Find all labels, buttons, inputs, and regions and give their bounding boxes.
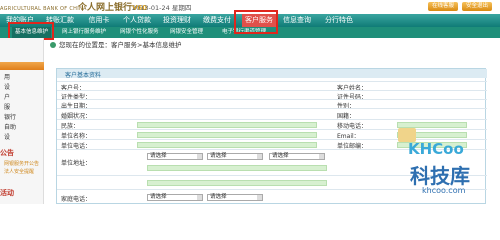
chevron-down-icon	[257, 195, 262, 200]
form-row: 客户号： 客户姓名：	[57, 81, 487, 92]
watermark-cn-text: 科技库	[410, 164, 470, 188]
company-phone-input[interactable]	[137, 142, 317, 148]
current-date: 2013-01-24 星期四	[132, 4, 192, 12]
label-home-phone: 家庭电话：	[61, 196, 92, 203]
province-select[interactable]: 请选择	[147, 153, 203, 160]
company-name-input[interactable]	[137, 132, 317, 138]
tab-personal-loan[interactable]: 个人贷款	[120, 14, 154, 27]
subtab-personalization[interactable]: 网银个性化服务	[120, 27, 159, 38]
sidebar-link-3[interactable]: 户	[4, 92, 10, 101]
sidebar-announcement-1[interactable]: 网银服务开公告	[4, 160, 39, 167]
tab-branch-feature[interactable]: 分行特色	[322, 14, 356, 27]
home-province-select[interactable]: 请选择	[147, 194, 203, 201]
highlight-customer-service	[234, 10, 278, 34]
home-city-select[interactable]: 请选择	[207, 194, 263, 201]
form-row: 证件类型： 证件号码：	[57, 90, 487, 101]
sidebar-link-6[interactable]: 自助	[4, 122, 16, 131]
tab-info-query[interactable]: 信息查询	[280, 14, 314, 27]
chevron-down-icon	[319, 154, 324, 159]
address-detail-input[interactable]	[147, 180, 327, 186]
bank-english-name: AGRICULTURAL BANK OF CHINA	[0, 6, 87, 12]
chevron-down-icon	[197, 154, 202, 159]
sidebar-header	[0, 62, 44, 70]
watermark: KHCoo 科技库 khcoo.com	[398, 128, 500, 204]
home-city-select-value: 请选择	[210, 194, 227, 200]
panel-title: 客户基本资料	[65, 72, 102, 79]
sidebar-link-5[interactable]: 银行	[4, 112, 16, 121]
sidebar-activity-title: 活动	[0, 189, 14, 197]
tab-payment[interactable]: 缴费支付	[200, 14, 234, 27]
chevron-down-icon	[257, 154, 262, 159]
form-row: 单位名称： Email：	[57, 129, 487, 140]
label-company-address: 单位地址：	[61, 160, 92, 167]
form-row: 民族： 移动电话：	[57, 119, 487, 130]
home-province-select-value: 请选择	[150, 194, 167, 200]
ethnicity-input[interactable]	[137, 122, 317, 128]
city-select-value: 请选择	[210, 153, 227, 159]
company-address-input[interactable]	[147, 165, 327, 171]
watermark-logo: KHCoo	[408, 140, 464, 158]
district-select[interactable]: 请选择	[269, 153, 325, 160]
subtab-security[interactable]: 网银安全管理	[170, 27, 203, 38]
sidebar-link-1[interactable]: 用	[4, 72, 10, 81]
location-icon	[50, 42, 56, 48]
province-select-value: 请选择	[150, 153, 167, 159]
sidebar-announcement-title: 公告	[0, 149, 14, 157]
tab-investment[interactable]: 投资理财	[160, 14, 194, 27]
breadcrumb-text: 您现在的位置是：客户服务>基本信息维护	[59, 41, 182, 49]
sidebar-link-4[interactable]: 服	[4, 102, 10, 111]
breadcrumb: 您现在的位置是：客户服务>基本信息维护	[50, 40, 181, 50]
city-select[interactable]: 请选择	[207, 153, 263, 160]
sidebar: 用 设 户 服 银行 自助 设 公告 网银服务开公告 法人安全提醒 活动	[0, 38, 44, 204]
sidebar-link-7[interactable]: 设	[4, 132, 10, 141]
subtab-ebank-service[interactable]: 网上银行服务维护	[62, 27, 106, 38]
logout-button[interactable]: 安全退出	[462, 2, 492, 11]
form-row: 婚姻状况： 国籍：	[57, 108, 487, 120]
district-select-value: 请选择	[272, 153, 289, 159]
watermark-url: khcoo.com	[422, 186, 466, 195]
sidebar-link-2[interactable]: 设	[4, 82, 10, 91]
form-row: 出生日期： 性别：	[57, 99, 487, 110]
online-service-button[interactable]: 在线客服	[428, 2, 458, 11]
bank-title-text: 个人网上银行	[78, 3, 133, 13]
tab-credit-card[interactable]: 信用卡	[84, 14, 114, 27]
chevron-down-icon	[197, 195, 202, 200]
sidebar-announcement-2[interactable]: 法人安全提醒	[4, 168, 34, 175]
panel-header: 客户基本资料	[57, 69, 487, 79]
